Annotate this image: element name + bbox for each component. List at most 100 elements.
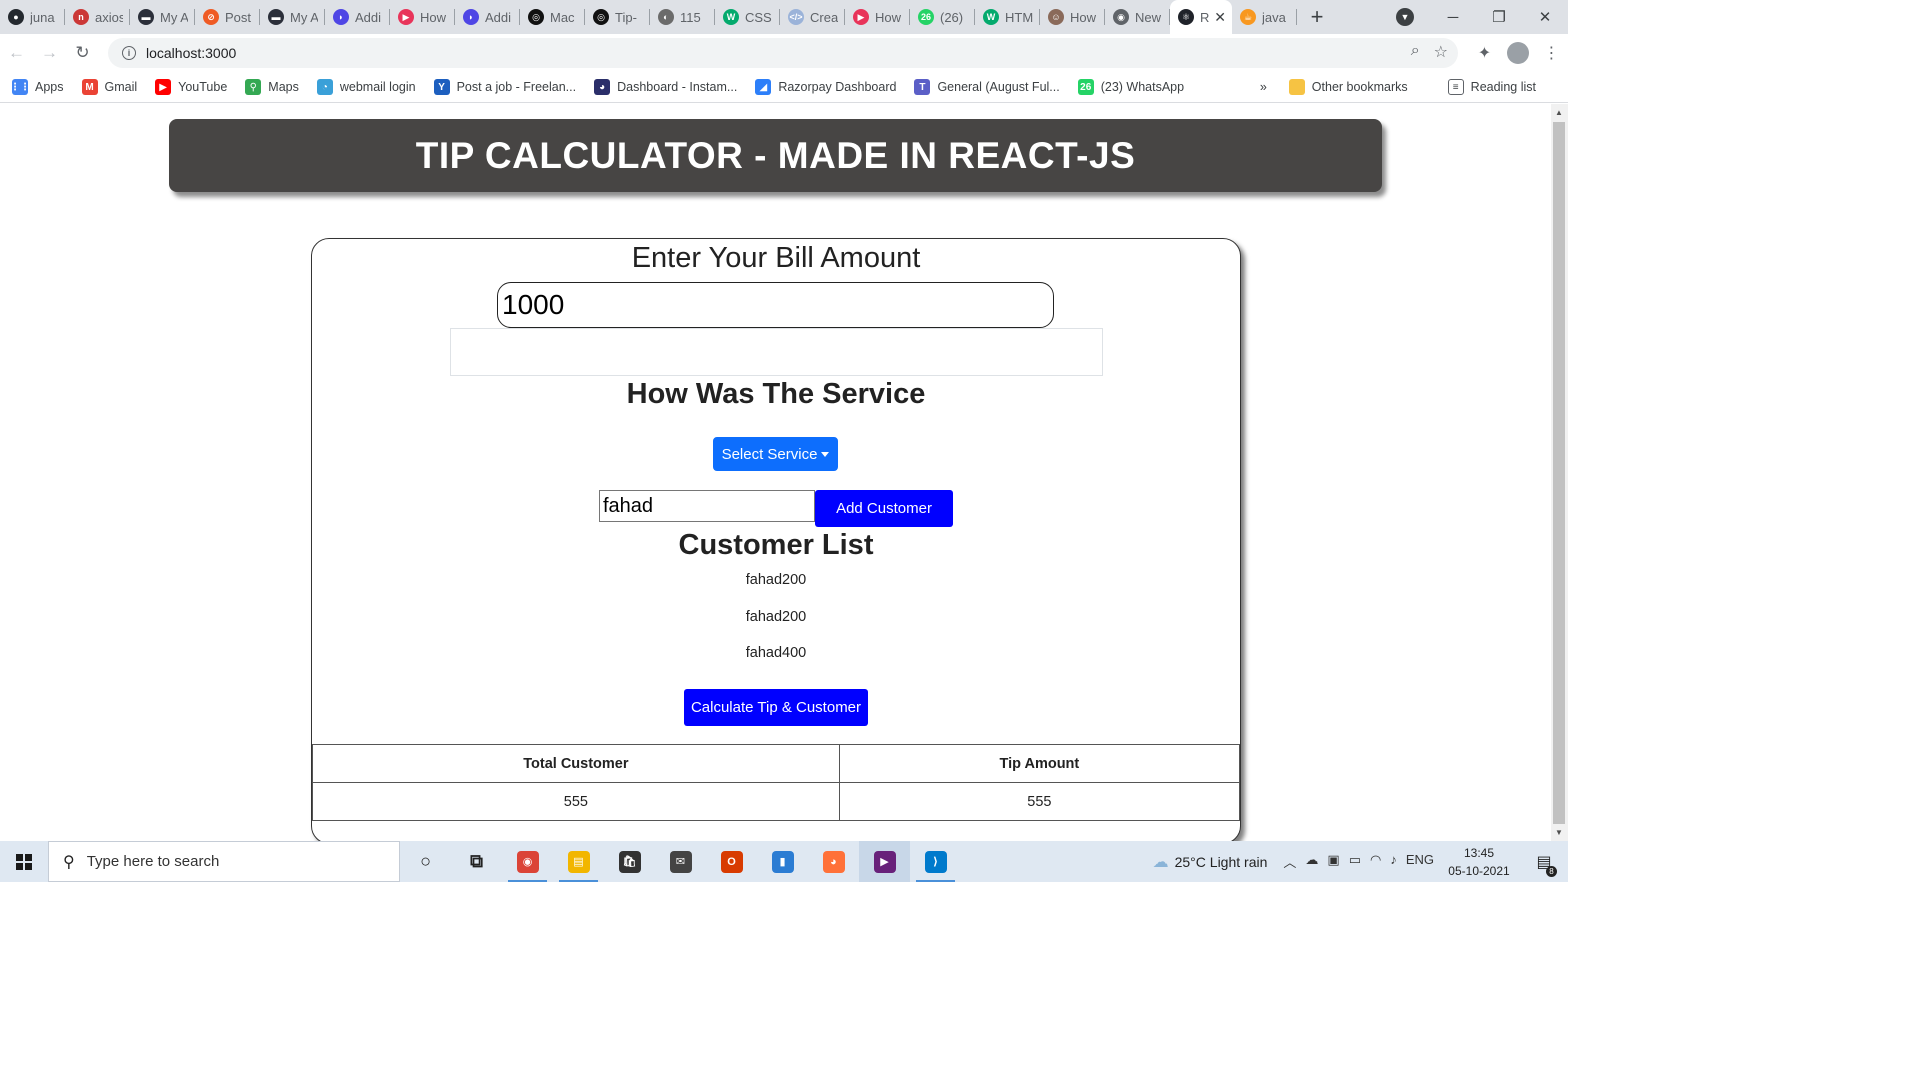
bookmark-item[interactable]: ⚲ Maps (245, 79, 299, 95)
browser-tab[interactable]: ☺ How (1040, 0, 1105, 34)
browser-tab[interactable]: ◐ 115 (650, 0, 715, 34)
browser-tab[interactable]: W HTM (975, 0, 1040, 34)
bookmark-item[interactable]: 26 (23) WhatsApp (1077, 79, 1184, 95)
browser-tab[interactable]: ⚛ R ✕ (1170, 0, 1232, 34)
files-app-icon: ▮ (771, 850, 794, 873)
taskbar-search[interactable]: ⚲ Type here to search (48, 841, 400, 882)
profile-avatar[interactable] (1507, 42, 1529, 64)
tab-favicon-icon: </> (788, 9, 804, 25)
customer-name-input[interactable] (599, 490, 815, 522)
bookmark-item[interactable]: ◔ webmail login (316, 79, 416, 95)
taskbar-app-store[interactable]: 🛍 (604, 841, 655, 882)
taskbar-app-mail[interactable]: ✉ (655, 841, 706, 882)
taskbar-app-cortana[interactable]: ○ (400, 841, 451, 882)
browser-tab[interactable]: ◗ Addi (455, 0, 520, 34)
tab-favicon-icon: ▬ (138, 9, 154, 25)
wifi-icon[interactable]: ◠ (1370, 852, 1381, 871)
address-bar[interactable]: i localhost:3000 ⌕ ☆ (108, 38, 1458, 68)
reload-icon[interactable]: ↻ (66, 43, 99, 63)
browser-tab[interactable]: ▬ My A (260, 0, 325, 34)
add-customer-button[interactable]: Add Customer (815, 490, 953, 527)
taskbar-app-office[interactable]: O (706, 841, 757, 882)
windows-taskbar: ⚲ Type here to search ○ ⧉ ◉ ▤ 🛍 ✉ O ▮ ◕ ▶ ⟩ ☁ 25°C… (0, 841, 1568, 882)
clock[interactable]: 13:45 05-10-2021 (1446, 844, 1512, 880)
tab-favicon-icon: ☺ (1048, 9, 1064, 25)
page-scrollbar[interactable]: ▲ ▼ (1551, 104, 1568, 841)
extensions-icon[interactable]: ✦ (1468, 43, 1501, 63)
battery-icon[interactable]: ▭ (1349, 852, 1361, 871)
tab-favicon-icon: ◎ (528, 9, 544, 25)
scrollbar-thumb[interactable] (1553, 122, 1565, 824)
taskbar-app-visual-studio[interactable]: ▶ (859, 841, 910, 882)
browser-tab[interactable]: ☕ java (1232, 0, 1297, 34)
bill-amount-input[interactable] (497, 282, 1054, 328)
back-icon[interactable]: ← (0, 43, 33, 63)
browser-tab[interactable]: 26 (26) (910, 0, 975, 34)
forward-icon[interactable]: → (33, 43, 66, 63)
select-service-dropdown[interactable]: Select Service (713, 437, 838, 471)
bookmark-item[interactable]: ▶ YouTube (155, 79, 227, 95)
bookmark-icon: M (81, 79, 98, 95)
browser-tab[interactable]: ● juna (0, 0, 65, 34)
browser-tab[interactable]: n axios (65, 0, 130, 34)
volume-icon[interactable]: ♪ (1390, 852, 1397, 871)
taskbar-app-task-view[interactable]: ⧉ (451, 841, 502, 882)
bookmark-item[interactable]: ◕ Dashboard - Instam... (594, 79, 737, 95)
other-bookmarks[interactable]: Other bookmarks (1288, 79, 1408, 95)
notification-count: 8 (1546, 865, 1557, 877)
browser-tab[interactable]: ◉ New (1105, 0, 1170, 34)
taskbar-app-vscode[interactable]: ⟩ (910, 841, 961, 882)
browser-tab[interactable]: ◎ Mac (520, 0, 585, 34)
tab-favicon-icon: ◎ (593, 9, 609, 25)
bookmark-item[interactable]: ⋮⋮ Apps (10, 79, 64, 95)
site-info-icon[interactable]: i (122, 46, 136, 60)
bookmarks-overflow-icon[interactable]: » (1260, 80, 1267, 94)
browser-tab[interactable]: ◎ Tip- (585, 0, 650, 34)
bookmark-item[interactable]: ◢ Razorpay Dashboard (755, 79, 896, 95)
customer-list-item: fahad400 (745, 645, 807, 661)
tab-search-icon[interactable]: ▼ (1396, 8, 1414, 26)
tab-favicon-icon: W (723, 9, 739, 25)
clock-time: 13:45 (1463, 845, 1495, 860)
browser-tabstrip: ● juna n axios ▬ My A ⊘ Post ▬ My A ◗ Addi ▶ How ◗ Addi… (0, 0, 1568, 34)
bookmark-item[interactable]: T General (August Ful... (914, 79, 1060, 95)
taskbar-apps: ○ ⧉ ◉ ▤ 🛍 ✉ O ▮ ◕ ▶ ⟩ (400, 841, 961, 882)
browser-tab[interactable]: ▶ How (390, 0, 455, 34)
bookmark-star-icon[interactable]: ☆ (1434, 42, 1448, 62)
taskbar-app-file-explorer[interactable]: ▤ (553, 841, 604, 882)
menu-icon[interactable]: ⋮ (1535, 43, 1568, 63)
reading-list[interactable]: ≡ Reading list (1447, 79, 1536, 95)
calculate-tip-button[interactable]: Calculate Tip & Customer (684, 689, 868, 726)
new-tab-icon[interactable]: + (1297, 4, 1337, 30)
taskbar-app-files-app[interactable]: ▮ (757, 841, 808, 882)
taskbar-app-chrome[interactable]: ◉ (502, 841, 553, 882)
browser-tab[interactable]: ◗ Addi (325, 0, 390, 34)
scroll-up-icon[interactable]: ▲ (1555, 108, 1563, 117)
weather-widget[interactable]: ☁ 25°C Light rain (1153, 852, 1268, 872)
start-button[interactable] (0, 841, 48, 882)
browser-tab[interactable]: ▬ My A (130, 0, 195, 34)
scroll-down-icon[interactable]: ▼ (1555, 828, 1563, 837)
show-hidden-icons-icon[interactable]: ︿ (1283, 852, 1296, 871)
bookmark-item[interactable]: Y Post a job - Freelan... (433, 79, 576, 95)
onedrive-icon[interactable]: ☁ (1305, 852, 1318, 871)
language-indicator[interactable]: ENG (1406, 852, 1434, 871)
minimize-icon[interactable]: ─ (1430, 9, 1476, 26)
bookmark-item[interactable]: M Gmail (81, 79, 137, 95)
zoom-icon[interactable]: ⌕ (1411, 42, 1420, 62)
notification-center-icon[interactable]: ▤ 8 (1530, 852, 1558, 877)
browser-tab[interactable]: ⊘ Post (195, 0, 260, 34)
table-header-row: Total Customer Tip Amount (312, 744, 1241, 783)
close-window-icon[interactable]: ✕ (1522, 8, 1568, 26)
other-bookmarks-label: Other bookmarks (1311, 80, 1408, 94)
maximize-icon[interactable]: ❐ (1476, 8, 1522, 26)
caret-down-icon (821, 451, 830, 457)
browser-tab[interactable]: W CSS (715, 0, 780, 34)
close-tab-icon[interactable]: ✕ (1214, 9, 1226, 26)
bookmark-icon: 26 (1077, 79, 1094, 95)
browser-tab[interactable]: </> Crea (780, 0, 845, 34)
meet-now-icon[interactable]: ▣ (1327, 852, 1339, 871)
taskbar-app-firefox[interactable]: ◕ (808, 841, 859, 882)
tab-title: How (1070, 9, 1097, 25)
browser-tab[interactable]: ▶ How (845, 0, 910, 34)
